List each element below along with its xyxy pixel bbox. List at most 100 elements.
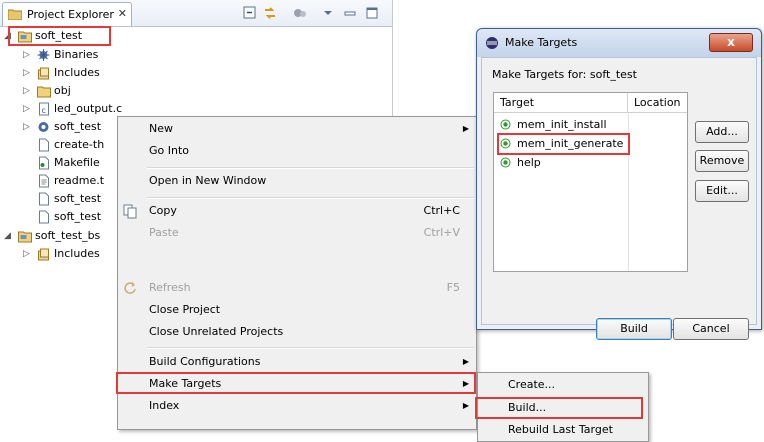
tree-item-label: readme.t [54, 174, 105, 187]
copy-icon [123, 204, 137, 219]
menu-item-close-project[interactable]: Close Project [118, 299, 476, 321]
file-icon [39, 210, 49, 224]
project-explorer-icon [8, 9, 22, 20]
column-header-location[interactable]: Location [628, 93, 687, 113]
dialog-title-bar[interactable]: Make Targets x [477, 29, 761, 57]
tree-item-label: soft_test_bs [35, 229, 101, 242]
menu-item-label: Open in New Window [149, 174, 267, 187]
menu-item-label: Build... [508, 401, 547, 414]
expand-twisty-icon[interactable]: ▷ [23, 64, 33, 82]
project-explorer-tab[interactable]: Project Explorer ✕ [2, 2, 132, 26]
add-button[interactable]: Add... [695, 121, 749, 143]
column-divider [628, 113, 629, 271]
tree-item-label: led_output.c [54, 102, 123, 115]
menu-separator [147, 347, 474, 349]
menu-item-label: Index [149, 399, 180, 412]
submenu-arrow-icon: ▶ [462, 124, 469, 133]
menu-item-label: Rebuild Last Target [508, 423, 613, 436]
tree-item-label: Binaries [54, 48, 99, 61]
tree-item-label: soft_test [54, 210, 102, 223]
expand-twisty-icon[interactable]: ▷ [23, 46, 33, 64]
menu-item-new[interactable]: New ▶ [118, 118, 476, 140]
build-button[interactable]: Build [596, 318, 672, 340]
expand-twisty-icon[interactable]: ▷ [23, 82, 33, 100]
targets-table: Target Location mem_init_install mem_init… [493, 92, 688, 272]
dialog-title: Make Targets [505, 36, 578, 49]
menu-separator [147, 197, 474, 199]
svg-text:c: c [42, 106, 46, 115]
edit-button[interactable]: Edit... [695, 180, 749, 202]
menu-item-refresh: Refresh F5 [118, 277, 476, 299]
expand-twisty-icon[interactable]: ◢ [4, 227, 14, 245]
close-icon[interactable]: ✕ [118, 7, 127, 20]
target-icon [500, 157, 511, 168]
close-button[interactable]: x [709, 33, 753, 52]
tree-item-label: Makefile [54, 156, 100, 169]
submenu-item-build[interactable]: Build... [478, 397, 648, 419]
submenu-item-rebuild-last-target[interactable]: Rebuild Last Target [478, 419, 648, 441]
menu-item-copy[interactable]: Copy Ctrl+C [118, 200, 476, 222]
column-header-target[interactable]: Target [494, 93, 628, 113]
tree-item[interactable]: ▷ Includes [0, 64, 390, 82]
project-folder-icon [18, 231, 32, 243]
tree-item[interactable]: ▷ Binaries [0, 46, 390, 64]
cancel-button[interactable]: Cancel [673, 318, 749, 340]
menu-item-open-new-window[interactable]: Open in New Window [118, 170, 476, 192]
expand-twisty-icon[interactable]: ◢ [4, 27, 14, 45]
menu-item-close-unrelated-projects[interactable]: Close Unrelated Projects [118, 321, 476, 343]
menu-item-go-into[interactable]: Go Into [118, 140, 476, 162]
tree-item-label: soft_test [35, 29, 83, 42]
tab-label: Project Explorer [27, 8, 114, 21]
menu-separator [147, 167, 474, 169]
c-source-file-icon: c [39, 102, 49, 116]
expand-twisty-icon[interactable]: ▷ [23, 100, 33, 118]
submenu-item-create[interactable]: Create... [478, 374, 648, 396]
dialog-body: Make Targets for: soft_test Target Locat… [481, 57, 757, 340]
menu-item-label: Copy [149, 204, 177, 217]
menu-item-label: Build Configurations [149, 355, 261, 368]
refresh-icon [124, 282, 136, 294]
submenu-arrow-icon: ▶ [462, 401, 469, 410]
menu-item-label: Paste [149, 226, 179, 239]
menu-item-paste: Paste Ctrl+V [118, 222, 476, 244]
make-targets-dialog: Make Targets x Make Targets for: soft_te… [476, 28, 762, 340]
maximize-view-icon[interactable] [364, 5, 380, 21]
eclipse-icon [486, 37, 498, 49]
file-icon [39, 192, 49, 206]
project-folder-icon [18, 31, 32, 43]
tree-item-label: soft_test [54, 120, 102, 133]
menu-item-index[interactable]: Index ▶ [118, 395, 476, 417]
file-icon [39, 138, 49, 152]
collapse-all-icon[interactable] [242, 5, 258, 21]
menu-item-label: Create... [508, 378, 556, 391]
link-with-editor-icon[interactable] [262, 5, 278, 21]
menu-item-label: Close Unrelated Projects [149, 325, 284, 338]
target-row[interactable]: mem_init_generate [497, 134, 627, 153]
menu-shortcut: Ctrl+V [423, 226, 460, 239]
menu-item-build-configurations[interactable]: Build Configurations ▶ [118, 351, 476, 373]
view-menu-icon[interactable] [320, 5, 336, 21]
filters-icon[interactable] [292, 5, 308, 21]
expand-twisty-icon[interactable]: ▷ [23, 118, 33, 136]
target-row[interactable]: help [497, 153, 627, 172]
tree-item[interactable]: ▷ obj [0, 82, 390, 100]
expand-twisty-icon[interactable]: ▷ [23, 245, 33, 263]
tree-item-label: Includes [54, 66, 100, 79]
tree-item-label: Includes [54, 247, 100, 260]
menu-item-make-targets[interactable]: Make Targets ▶ [118, 373, 476, 395]
target-row[interactable]: mem_init_install [497, 115, 627, 134]
menu-item-label: Make Targets [149, 377, 222, 390]
remove-button[interactable]: Remove [695, 150, 749, 172]
folder-icon [37, 86, 51, 98]
minimize-view-icon[interactable] [342, 5, 358, 21]
menu-item-label: New [149, 122, 173, 135]
make-targets-submenu: Create... Build... Rebuild Last Target [477, 372, 649, 442]
menu-shortcut: F5 [446, 281, 460, 294]
executable-icon [38, 122, 49, 132]
target-icon [500, 119, 511, 130]
tree-item[interactable]: ◢ soft_test [0, 27, 390, 45]
includes-icon [38, 248, 49, 261]
tree-item-label: obj [54, 84, 71, 97]
submenu-arrow-icon: ▶ [462, 357, 469, 366]
submenu-arrow-icon: ▶ [462, 379, 469, 388]
